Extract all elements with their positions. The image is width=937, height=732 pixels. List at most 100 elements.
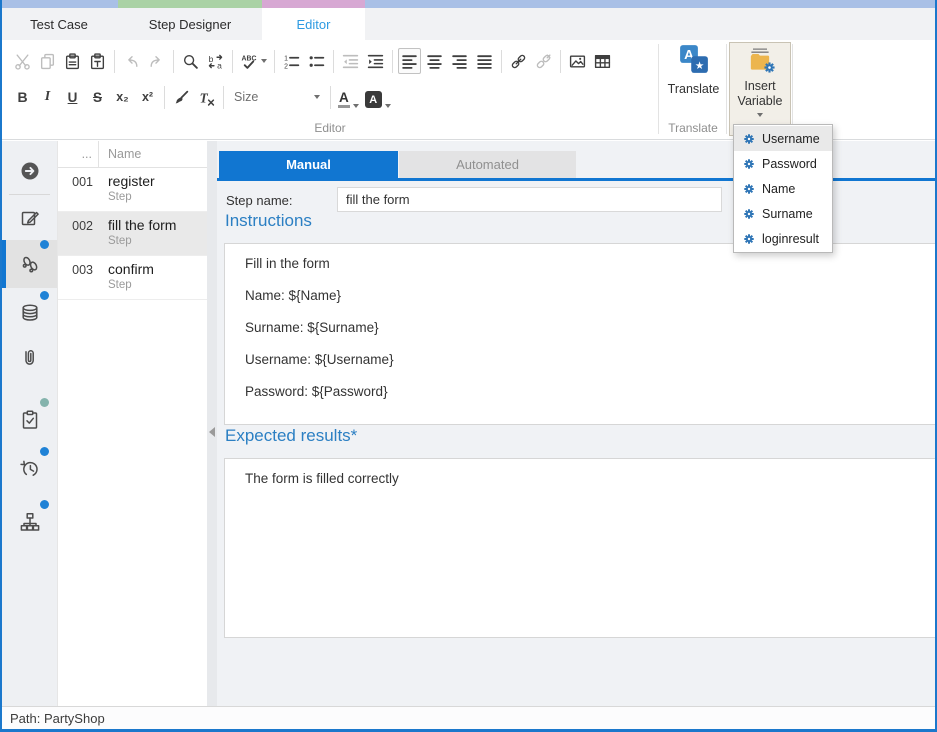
svg-text:1: 1 xyxy=(284,55,288,62)
unlink-icon xyxy=(535,53,552,70)
justify-button[interactable] xyxy=(473,48,496,74)
sidebar-item-checklist[interactable] xyxy=(2,398,57,442)
paste-button[interactable] xyxy=(61,48,84,74)
variable-item-surname[interactable]: Surname xyxy=(734,201,832,226)
replace-button[interactable]: ba xyxy=(204,48,227,74)
collapse-panel-arrow-icon[interactable] xyxy=(209,427,215,437)
expected-results-editor[interactable]: The form is filled correctly xyxy=(224,458,937,638)
find-icon xyxy=(182,53,199,70)
tab-editor[interactable]: Editor xyxy=(262,0,365,40)
find-button[interactable] xyxy=(179,48,202,74)
redo-icon xyxy=(148,53,165,70)
font-size-select[interactable]: Size xyxy=(228,85,326,109)
sidebar-item-edit[interactable] xyxy=(2,196,57,240)
insert-variable-dropdown: UsernamePasswordNameSurname loginresult xyxy=(733,124,833,253)
gear-icon xyxy=(742,157,756,171)
editor-paragraph: The form is filled correctly xyxy=(245,470,916,487)
sidebar-item-steps[interactable] xyxy=(2,240,57,288)
tab-manual[interactable]: Manual xyxy=(219,151,398,178)
notification-dot xyxy=(40,398,49,407)
panel-splitter[interactable] xyxy=(207,141,217,706)
spellcheck-button[interactable]: ABC xyxy=(238,48,269,74)
variable-item-password[interactable]: Password xyxy=(734,151,832,176)
underline-button[interactable]: U xyxy=(61,84,84,110)
variable-item-label: loginresult xyxy=(762,232,819,246)
tab-step-designer[interactable]: Step Designer xyxy=(118,0,262,40)
toolbar-separator xyxy=(560,50,561,73)
app-window: Test CaseStep DesignerEditor baABC12 BIU… xyxy=(0,0,937,732)
link-button[interactable] xyxy=(507,48,530,74)
step-name-input[interactable] xyxy=(337,187,722,212)
tab-automated[interactable]: Automated xyxy=(399,151,576,178)
format-painter-button[interactable] xyxy=(170,84,193,110)
tab-label: Step Designer xyxy=(149,17,231,32)
variable-item-loginresult[interactable]: loginresult xyxy=(734,226,832,251)
steps-column-name: Name xyxy=(99,141,141,167)
superscript-button[interactable]: x² xyxy=(136,84,159,110)
notification-dot xyxy=(40,500,49,509)
variable-item-username[interactable]: Username xyxy=(734,126,832,151)
image-button[interactable] xyxy=(566,48,589,74)
insert-variable-button[interactable]: Insert Variable xyxy=(729,42,791,136)
gear-icon xyxy=(742,207,756,221)
svg-text:b: b xyxy=(209,54,214,64)
numbered-list-button[interactable]: 12 xyxy=(280,48,303,74)
remove-format-button[interactable]: T xyxy=(195,84,218,110)
history-icon xyxy=(19,458,41,480)
subscript-button[interactable]: x₂ xyxy=(111,84,134,110)
copy-button[interactable] xyxy=(36,48,59,74)
editor-paragraph: Name: ${Name} xyxy=(245,287,916,304)
numbered-list-icon: 12 xyxy=(283,53,300,70)
sidebar-item-hierarchy[interactable] xyxy=(2,500,57,544)
align-left-button[interactable] xyxy=(398,48,421,74)
sidebar-item-go[interactable] xyxy=(2,149,57,193)
step-row-002[interactable]: 002fill the formStep xyxy=(58,212,207,256)
redo-button[interactable] xyxy=(145,48,168,74)
status-bar: Path: PartyShop xyxy=(2,706,935,729)
paste-text-button[interactable] xyxy=(86,48,109,74)
editor-group-label: Editor xyxy=(2,121,658,135)
step-type: Step xyxy=(108,235,176,247)
svg-text:2: 2 xyxy=(284,63,288,69)
toolbar-separator xyxy=(392,50,393,73)
chevron-down-icon xyxy=(757,113,763,117)
link-icon xyxy=(510,53,527,70)
align-center-button[interactable] xyxy=(423,48,446,74)
font-size-label: Size xyxy=(234,90,258,104)
chevron-down-icon xyxy=(261,59,267,63)
strikethrough-button[interactable]: S xyxy=(86,84,109,110)
sidebar-item-history[interactable] xyxy=(2,447,57,491)
step-row-001[interactable]: 001registerStep xyxy=(58,168,207,212)
toolbar-separator xyxy=(330,86,331,109)
translate-button[interactable]: A★ Translate xyxy=(662,44,725,116)
undo-button[interactable] xyxy=(120,48,143,74)
step-name-label: Step name: xyxy=(226,193,293,208)
tab-label: Test Case xyxy=(30,17,88,32)
bold-label: B xyxy=(17,89,27,105)
superscript-label: x² xyxy=(142,90,153,104)
tab-test-case[interactable]: Test Case xyxy=(0,0,118,40)
variable-item-name[interactable]: Name xyxy=(734,176,832,201)
italic-button[interactable]: I xyxy=(36,84,59,110)
spellcheck-icon: ABC xyxy=(241,53,258,70)
steps-list-header: ... Name xyxy=(58,141,207,168)
sidebar-item-attachments[interactable] xyxy=(2,336,57,380)
align-right-button[interactable] xyxy=(448,48,471,74)
editor-paragraph: Fill in the form xyxy=(245,255,916,272)
notification-dot xyxy=(40,240,49,249)
translate-button-label: Translate xyxy=(668,82,720,96)
bold-button[interactable]: B xyxy=(11,84,34,110)
cut-button[interactable] xyxy=(11,48,34,74)
indent-button[interactable] xyxy=(364,48,387,74)
table-button[interactable] xyxy=(591,48,614,74)
gear-icon xyxy=(742,232,756,246)
step-name: register xyxy=(108,173,155,189)
text-color-button[interactable]: A xyxy=(338,86,359,108)
bullet-list-button[interactable] xyxy=(305,48,328,74)
instructions-editor[interactable]: Fill in the formName: ${Name}Surname: ${… xyxy=(224,243,937,425)
outdent-button[interactable] xyxy=(339,48,362,74)
unlink-button[interactable] xyxy=(532,48,555,74)
sidebar-item-data[interactable] xyxy=(2,291,57,335)
background-color-button[interactable]: A xyxy=(365,86,391,108)
step-row-003[interactable]: 003confirmStep xyxy=(58,256,207,300)
